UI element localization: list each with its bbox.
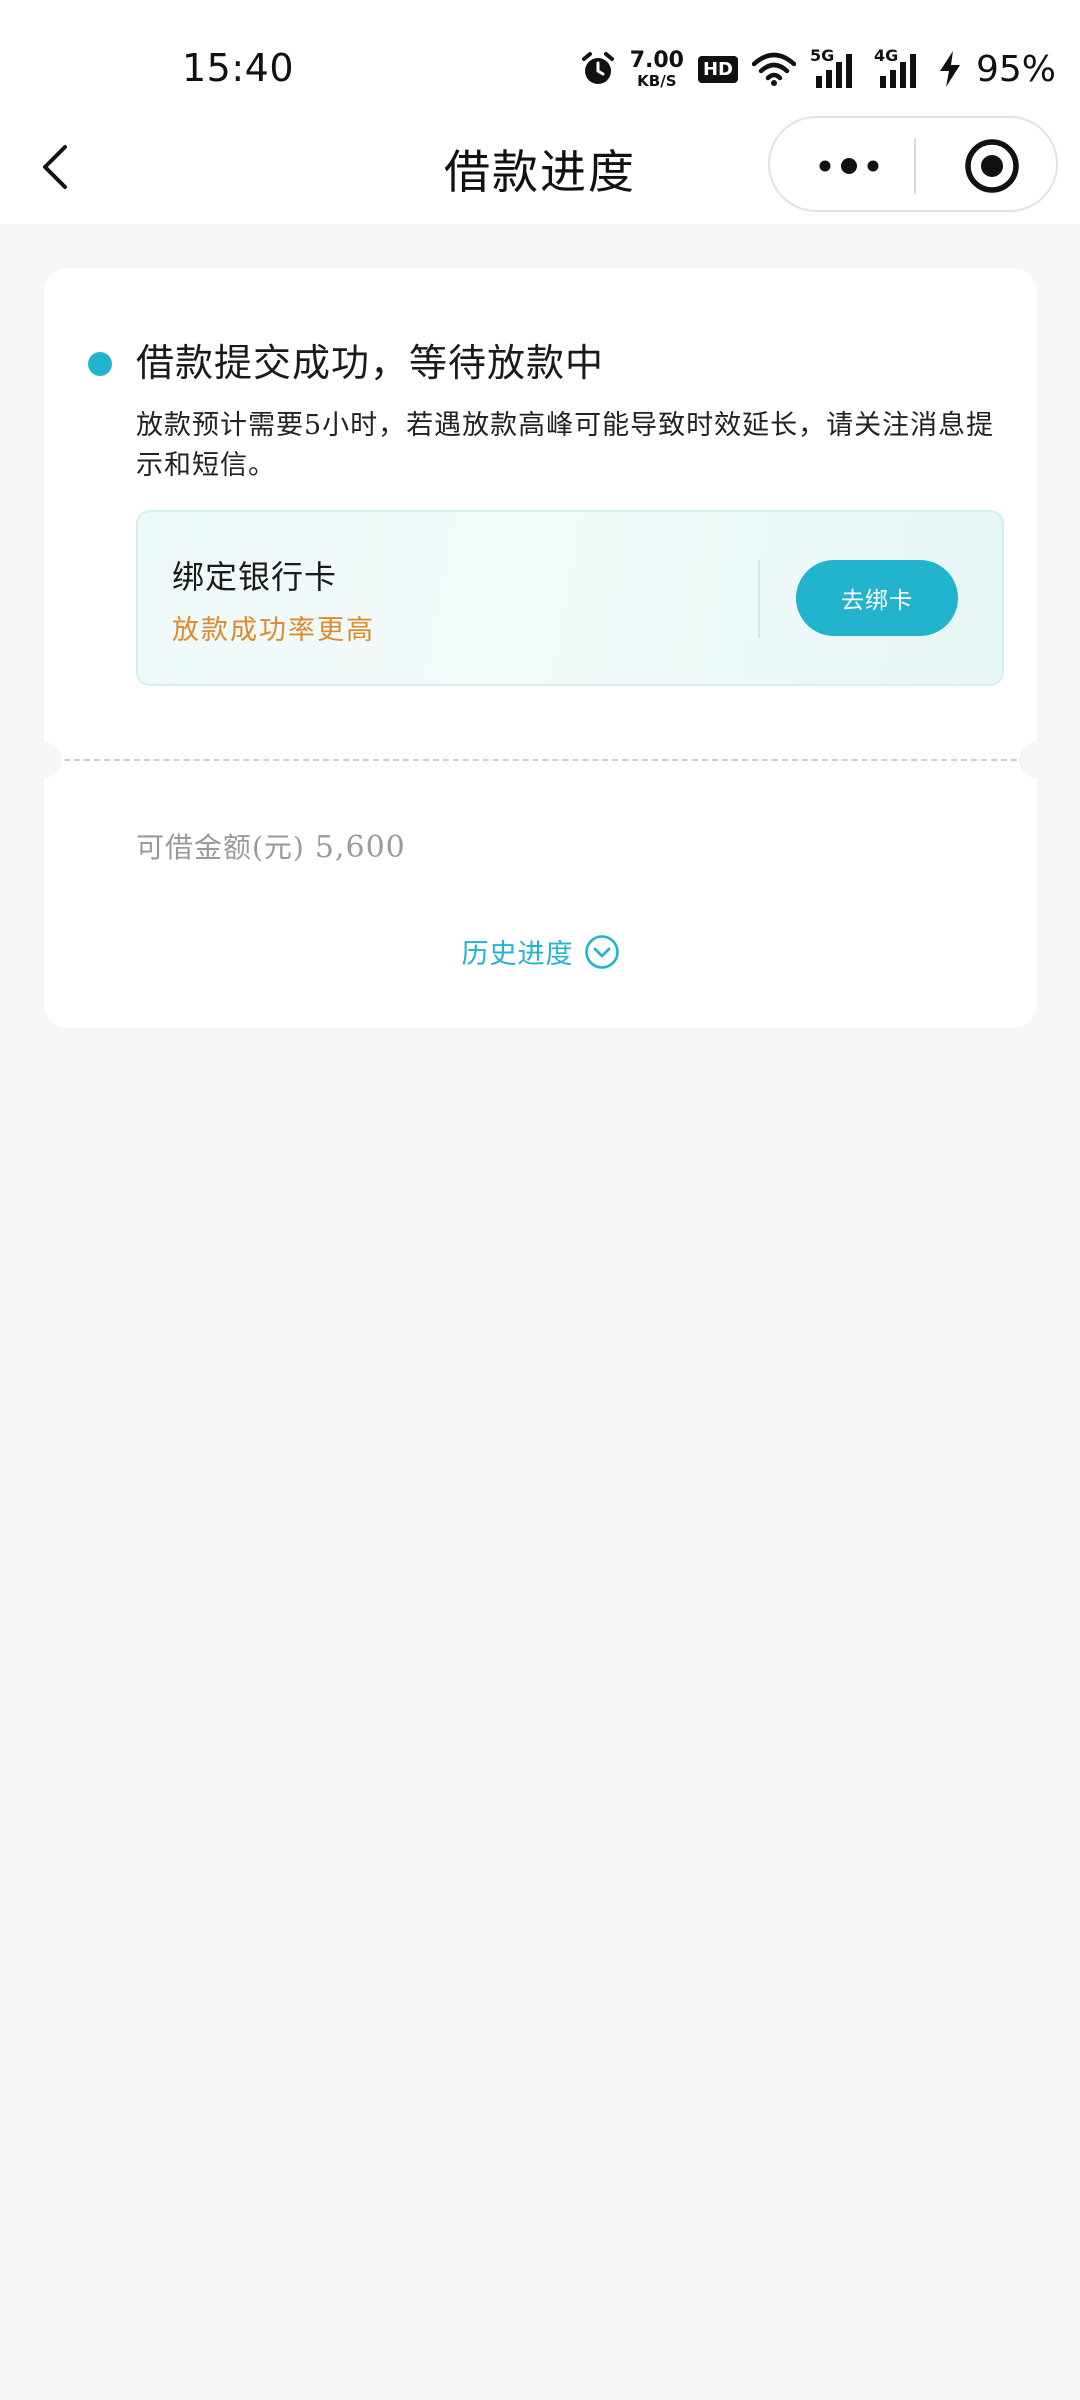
available-amount: 可借金额(元) 5,600 — [136, 826, 406, 866]
ticket-notch-left — [26, 742, 62, 778]
bind-panel-divider — [758, 560, 760, 638]
available-amount-value: 5,600 — [314, 830, 406, 865]
loan-progress-card: 借款提交成功，等待放款中 放款预计需要5小时，若遇放款高峰可能导致时效延长，请关… — [26, 268, 1055, 1028]
status-dot — [88, 352, 112, 376]
history-progress-label: 历史进度 — [461, 939, 574, 970]
loan-status-title: 借款提交成功，等待放款中 — [136, 341, 605, 385]
charging-bolt-icon — [938, 51, 962, 87]
signal-4g-label: 4G — [873, 46, 899, 65]
bind-card-button[interactable]: 去绑卡 — [796, 560, 958, 636]
loan-status-description: 放款预计需要5小时，若遇放款高峰可能导致时效延长，请关注消息提示和短信。 — [136, 410, 995, 481]
net-speed: 7.00 KB/S — [629, 47, 684, 90]
status-bar: 15:40 7.00 KB/S HD 5G 4G 95% — [0, 0, 1080, 112]
perforation-divider — [44, 759, 1037, 761]
chevron-down-circle-icon — [584, 934, 620, 970]
status-time: 15:40 — [182, 46, 295, 90]
alarm-icon — [580, 51, 616, 87]
signal-4g: 4G — [874, 46, 924, 88]
more-button[interactable] — [808, 142, 890, 190]
status-icons: 7.00 KB/S HD 5G 4G 95% — [580, 44, 1056, 94]
battery-level: 95% — [975, 48, 1056, 90]
capsule-divider — [914, 138, 916, 194]
available-amount-label: 可借金额(元) — [136, 831, 305, 864]
signal-5g-label: 5G — [809, 46, 835, 65]
net-speed-unit: KB/S — [637, 71, 677, 90]
more-dots-icon — [819, 158, 879, 174]
mini-program-capsule — [768, 116, 1058, 212]
nav-bar: 借款进度 — [0, 112, 1080, 224]
signal-5g: 5G — [810, 46, 860, 88]
hd-badge: HD — [697, 55, 738, 83]
top-header: 15:40 7.00 KB/S HD 5G 4G 95% 借款进度 — [0, 0, 1080, 224]
wifi-icon — [751, 52, 796, 86]
bind-bank-card-panel: 绑定银行卡 放款成功率更高 去绑卡 — [136, 510, 1004, 686]
target-circle-icon — [965, 139, 1019, 193]
bind-card-title: 绑定银行卡 — [172, 558, 338, 596]
bind-card-subtitle: 放款成功率更高 — [172, 615, 375, 646]
close-miniprogram-button[interactable] — [962, 136, 1022, 196]
ticket-notch-right — [1019, 742, 1055, 778]
net-speed-value: 7.00 — [629, 47, 684, 73]
history-progress-toggle[interactable]: 历史进度 — [44, 932, 1037, 971]
